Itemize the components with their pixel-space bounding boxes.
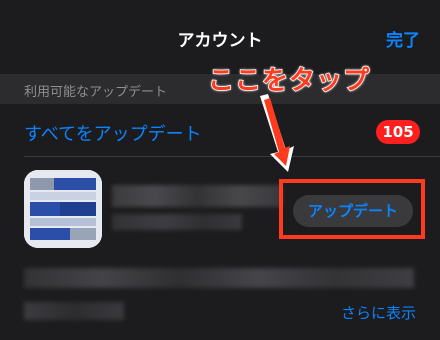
app-subtitle-redacted [112,214,242,230]
app-name-redacted [112,185,282,207]
update-all-row[interactable]: すべてをアップデート 105 [0,104,440,156]
release-notes-redacted [24,268,414,288]
app-icon-pixel [30,228,70,240]
app-icon-pixel [70,228,96,240]
app-icon-pixel [30,178,54,190]
app-icon-pixel [60,202,96,216]
done-button[interactable]: 完了 [386,26,420,51]
divider [24,156,440,157]
release-notes-redacted-line-2 [24,302,124,320]
section-header-label: 利用可能なアップデート [24,85,168,100]
app-icon-pixel [54,178,96,190]
more-link[interactable]: さらに表示 [341,302,416,323]
update-count-badge: 105 [376,120,420,144]
app-icon-pixel [30,202,60,216]
app-icon-pixel [30,218,96,226]
app-icon-pixel [30,192,96,200]
annotation-arrow-icon [260,94,294,172]
update-button[interactable]: アップデート [293,195,413,227]
page-title: アカウント [177,31,263,51]
app-icon[interactable] [24,170,102,248]
update-all-button[interactable]: すべてをアップデート [24,120,202,146]
